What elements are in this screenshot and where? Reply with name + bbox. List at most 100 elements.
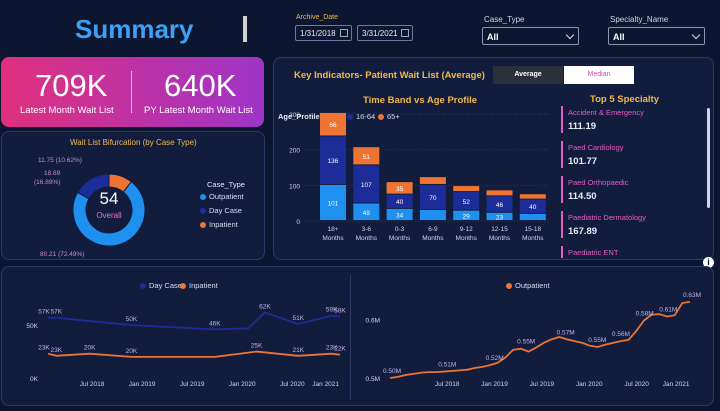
line-data-label: 0.52M xyxy=(486,355,504,362)
header-divider xyxy=(243,16,247,42)
y-tick-label: 0.5M xyxy=(366,376,380,383)
bar-data-label: 51 xyxy=(363,154,371,161)
donut-label-inpatient: 11.75 (10.62%) xyxy=(38,157,82,164)
line-data-label: 62K xyxy=(259,303,271,310)
x-tick-label: Months xyxy=(422,235,444,242)
date-to-input[interactable]: 3/31/2021 xyxy=(357,25,413,41)
date-from-value: 1/31/2018 xyxy=(300,29,336,38)
scrollbar[interactable] xyxy=(707,108,710,208)
specialty-accent xyxy=(561,176,563,203)
x-tick-label: 0-3 xyxy=(395,226,405,233)
specialty-value: 101.77 xyxy=(568,156,598,167)
line-data-label: 0.57M xyxy=(557,329,575,336)
donut-label-daycase-pct: (16.89%) xyxy=(34,179,60,186)
bar-data-label: 23 xyxy=(496,214,504,221)
x-tick-label: Jul 2019 xyxy=(180,381,205,388)
line-data-label: 0.61M xyxy=(659,307,677,314)
x-tick-label: Months xyxy=(389,235,411,242)
x-tick-label: Jan 2019 xyxy=(129,381,156,388)
x-tick-label: Jul 2020 xyxy=(624,381,649,388)
x-tick-label: 18+ xyxy=(327,226,338,233)
calendar-icon[interactable] xyxy=(340,29,348,37)
x-tick-label: 15-18 xyxy=(524,226,541,233)
x-tick-label: Jul 2018 xyxy=(80,381,105,388)
x-tick-label: Jul 2018 xyxy=(435,381,460,388)
legend-label: Outpatient xyxy=(209,192,244,201)
x-tick-label: Jan 2021 xyxy=(312,381,339,388)
kpi-divider xyxy=(131,71,132,113)
case-type-legend-title: Case_Type xyxy=(207,180,245,189)
line-data-label: 46K xyxy=(209,320,221,327)
legend-daycase[interactable]: Day Case xyxy=(200,206,242,215)
donut-label-daycase-value: 18.69 xyxy=(44,170,61,177)
bar-data-label: 52 xyxy=(463,199,471,206)
date-from-input[interactable]: 1/31/2018 xyxy=(295,25,352,41)
py-wait-list-value: 640K xyxy=(164,68,237,103)
bar-data-label: 107 xyxy=(361,182,372,189)
line-data-label: 21K xyxy=(292,347,304,354)
legend-dot xyxy=(200,194,206,201)
chevron-down-icon xyxy=(691,30,701,40)
case-type-label: Case_Type xyxy=(484,15,525,24)
donut-center-value: 54 xyxy=(100,189,119,208)
bar-segment[interactable] xyxy=(419,177,446,184)
specialty-name: Paediatric ENT xyxy=(568,248,619,257)
bar-segment[interactable] xyxy=(486,190,513,196)
x-tick-label: Jan 2019 xyxy=(481,381,508,388)
legend-outpatient[interactable]: Outpatient xyxy=(200,192,244,201)
line-data-label: 57K xyxy=(51,309,63,316)
x-tick-label: 3-6 xyxy=(362,226,372,233)
y-tick-label: 300 xyxy=(289,112,300,119)
chevron-down-icon xyxy=(565,30,575,40)
line-data-label: 50K xyxy=(126,316,138,323)
specialty-name: Accident & Emergency xyxy=(568,108,644,117)
line-data-label: 20K xyxy=(84,345,96,352)
y-tick-label: 0 xyxy=(296,219,300,226)
bar-segment[interactable] xyxy=(453,186,480,192)
specialty-value: 114.50 xyxy=(568,191,597,202)
bar-data-label: 34 xyxy=(396,212,404,219)
specialty-name: Paediatric Dermatology xyxy=(568,213,646,222)
calendar-icon[interactable] xyxy=(401,29,409,37)
y-tick-label: 50K xyxy=(26,323,38,330)
x-tick-label: 9-12 xyxy=(460,226,473,233)
x-tick-label: 12-15 xyxy=(491,226,508,233)
x-tick-label: Jan 2020 xyxy=(576,381,603,388)
line-data-label: 23K xyxy=(38,345,50,352)
y-tick-label: 0K xyxy=(30,376,39,383)
specialty-select[interactable]: All xyxy=(608,27,705,45)
specialty-accent xyxy=(561,211,563,238)
kpi-card: 709K Latest Month Wait List 640K PY Late… xyxy=(1,57,264,127)
bar-data-label: 136 xyxy=(328,158,339,165)
bar-data-label: 40 xyxy=(396,199,404,206)
specialty-accent xyxy=(561,106,563,133)
specialty-accent xyxy=(561,141,563,168)
bar-segment[interactable] xyxy=(519,194,546,199)
bar-data-label: 49 xyxy=(363,210,371,217)
donut-center-label: Overall xyxy=(96,211,122,220)
x-tick-label: Months xyxy=(489,235,511,242)
legend-dot xyxy=(200,222,206,229)
time-band-bar-chart: 0 100 200 300 101 136 66 18+ Months 49 107 51 3-6 Mon… xyxy=(289,112,548,242)
line-data-label: 0.58M xyxy=(636,311,654,318)
line-data-label: 51K xyxy=(292,315,304,322)
specialty-value: 111.19 xyxy=(568,121,597,132)
case-type-select[interactable]: All xyxy=(482,27,579,45)
line-data-label: 22K xyxy=(334,346,346,353)
bar-segment[interactable] xyxy=(519,213,546,220)
wait-list-bifurcation-panel: Wait List Bifurcation (by Case Type) 54 … xyxy=(1,131,265,260)
bar-data-label: 46 xyxy=(496,202,504,209)
x-tick-label: Months xyxy=(456,235,478,242)
y-tick-label: 100 xyxy=(289,183,300,190)
bar-data-label: 29 xyxy=(463,213,471,220)
py-wait-list-label: PY Latest Month Wait List xyxy=(144,105,253,116)
outpatient-line-chart: 0.5M 0.6M Jul 2018 Jan 2019 Jul 2019 Jan 2020… xyxy=(366,292,701,388)
daycase-inpatient-line-chart: 0K 50K Jul 2018 Jan 2019 Jul 2019 Jan 2020 Jul… xyxy=(26,303,346,388)
y-tick-label: 200 xyxy=(289,148,300,155)
donut-label-outpatient: 80.21 (72.49%) xyxy=(40,251,84,258)
bar-segment[interactable] xyxy=(419,209,446,220)
x-tick-label: Jan 2020 xyxy=(229,381,256,388)
line-data-label: 0.63M xyxy=(683,292,701,299)
legend-inpatient[interactable]: Inpatient xyxy=(200,220,238,229)
latest-wait-list-value: 709K xyxy=(35,68,108,103)
